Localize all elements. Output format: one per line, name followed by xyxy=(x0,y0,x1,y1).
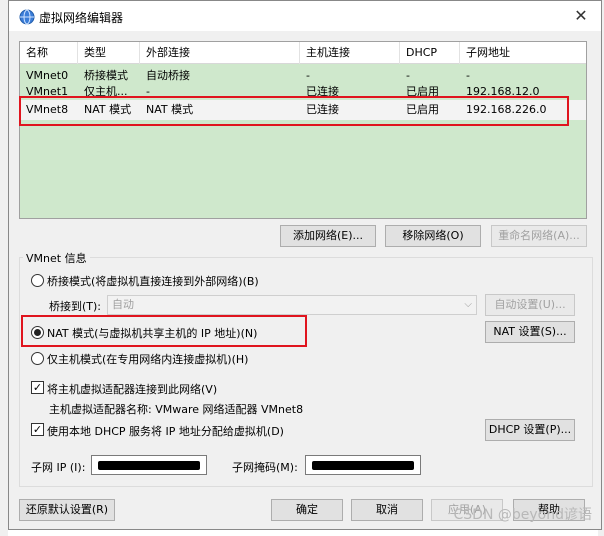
chevron-down-icon: ⌵ xyxy=(464,299,472,310)
nat-settings-button[interactable]: NAT 设置(S)... xyxy=(485,321,575,343)
subnet-ip-input[interactable] xyxy=(91,455,207,475)
cell-dhcp: - xyxy=(406,69,410,82)
dhcp-settings-button[interactable]: DHCP 设置(P)... xyxy=(485,419,575,441)
subnet-mask-input[interactable] xyxy=(305,455,421,475)
add-network-button[interactable]: 添加网络(E)... xyxy=(280,225,376,247)
cell-host: - xyxy=(306,69,310,82)
column-header-host[interactable]: 主机连接 xyxy=(300,42,400,64)
ok-button[interactable]: 确定 xyxy=(271,499,343,521)
cell-type: 桥接模式 xyxy=(84,69,128,82)
window-title: 虚拟网络编辑器 xyxy=(39,11,124,25)
cell-subnet: - xyxy=(466,69,470,82)
close-icon[interactable]: ✕ xyxy=(571,6,591,26)
column-header-name[interactable]: 名称 xyxy=(20,42,78,64)
column-header-type[interactable]: 类型 xyxy=(78,42,140,64)
redacted-value xyxy=(98,461,200,470)
bridged-to-select[interactable]: 自动 ⌵ xyxy=(107,295,477,315)
title-bar: 虚拟网络编辑器 ✕ xyxy=(9,1,601,31)
connect-adapter-label: 将主机虚拟适配器连接到此网络(V) xyxy=(47,383,218,396)
network-table: 名称 类型 外部连接 主机连接 DHCP 子网地址 VMnet0 桥接模式 自动… xyxy=(19,41,587,219)
column-header-external[interactable]: 外部连接 xyxy=(140,42,300,64)
subnet-mask-label: 子网掩码(M): xyxy=(232,461,298,474)
bridged-mode-label: 桥接模式(将虚拟机直接连接到外部网络)(B) xyxy=(47,275,259,288)
redacted-value xyxy=(312,461,414,470)
watermark-text: CSDN @beyond谚语 xyxy=(453,507,592,523)
network-globe-icon xyxy=(19,9,35,25)
restore-defaults-button[interactable]: 还原默认设置(R) xyxy=(19,499,115,521)
connect-adapter-checkbox[interactable]: ✓ xyxy=(31,381,44,394)
bridged-to-label: 桥接到(T): xyxy=(49,300,102,313)
vmnet-info-group xyxy=(19,257,593,487)
virtual-network-editor-dialog: 虚拟网络编辑器 ✕ 名称 类型 外部连接 主机连接 DHCP 子网地址 VMne… xyxy=(8,0,602,530)
rename-network-button[interactable]: 重命名网络(A)... xyxy=(491,225,587,247)
bridged-to-value: 自动 xyxy=(112,298,134,311)
host-only-mode-radio[interactable] xyxy=(31,352,44,365)
cell-external: 自动桥接 xyxy=(146,69,190,82)
cancel-button[interactable]: 取消 xyxy=(351,499,423,521)
dhcp-label: 使用本地 DHCP 服务将 IP 地址分配给虚拟机(D) xyxy=(47,425,284,438)
auto-settings-button[interactable]: 自动设置(U)... xyxy=(485,294,575,316)
dhcp-checkbox[interactable]: ✓ xyxy=(31,423,44,436)
vmnet-info-legend: VMnet 信息 xyxy=(23,250,90,266)
highlight-box-vmnet8-row xyxy=(19,96,569,126)
background-window-left xyxy=(0,0,8,536)
remove-network-button[interactable]: 移除网络(O) xyxy=(385,225,481,247)
adapter-name-label: 主机虚拟适配器名称: VMware 网络适配器 VMnet8 xyxy=(49,403,304,416)
host-only-mode-label: 仅主机模式(在专用网络内连接虚拟机)(H) xyxy=(47,353,249,366)
highlight-box-nat-mode xyxy=(21,315,307,347)
cell-name: VMnet0 xyxy=(26,69,69,82)
column-header-dhcp[interactable]: DHCP xyxy=(400,42,460,64)
bridged-mode-radio[interactable] xyxy=(31,274,44,287)
table-header: 名称 类型 外部连接 主机连接 DHCP 子网地址 xyxy=(20,42,586,64)
column-header-subnet[interactable]: 子网地址 xyxy=(460,42,586,64)
table-row[interactable]: VMnet0 桥接模式 自动桥接 - - - xyxy=(20,68,586,84)
subnet-ip-label: 子网 IP (I): xyxy=(31,461,86,474)
